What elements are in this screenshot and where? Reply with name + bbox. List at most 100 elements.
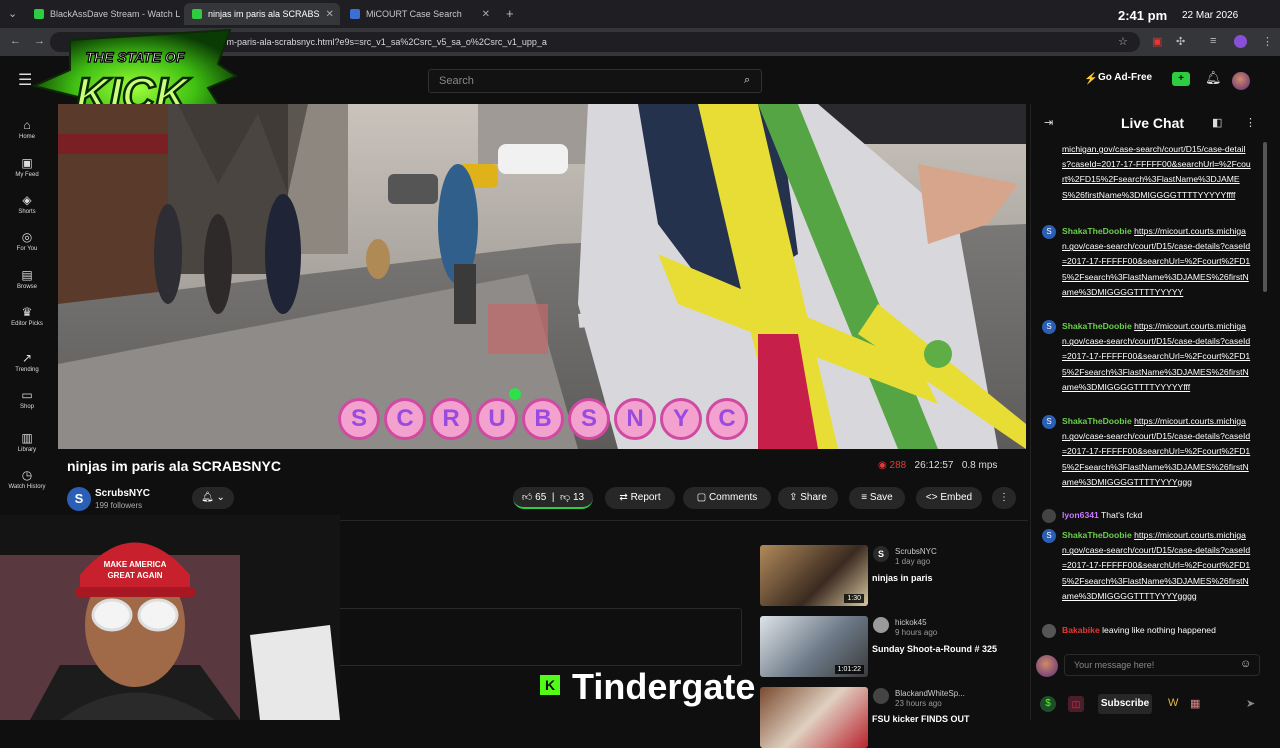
share-icon: ⇪ — [789, 492, 798, 503]
channel-followers: 199 followers — [95, 501, 143, 510]
chat-username[interactable]: ShakaTheDoobie — [1062, 530, 1132, 540]
tab-search-icon[interactable]: ⌄ — [8, 7, 17, 20]
rec-thumbnail[interactable]: 1:01:22 — [760, 616, 868, 677]
embed-button[interactable]: <> Embed — [916, 487, 982, 509]
tab-blackassdave[interactable]: BlackAssDave Stream - Watch L ✕ — [26, 3, 182, 25]
overlay-letter-heart: U — [476, 398, 518, 440]
nav-item[interactable]: ▭ Shop — [0, 388, 54, 410]
nav-item[interactable]: ◷ Watch History — [0, 468, 54, 490]
feed-icon: ▣ — [21, 156, 33, 170]
rec-thumbnail[interactable]: 1:30 — [760, 545, 868, 606]
chat-mode-icon[interactable]: ◧ — [1212, 116, 1222, 129]
channel-avatar[interactable]: S — [67, 487, 91, 511]
collapse-chat-icon[interactable]: ⇥ — [1044, 116, 1053, 129]
search-icon[interactable]: ⌕ — [744, 74, 750, 87]
go-ad-free-button[interactable]: Go Ad-Free — [1098, 72, 1152, 83]
report-button[interactable]: ⇄ Report — [605, 487, 675, 509]
chat-scrollbar[interactable] — [1262, 142, 1268, 642]
chat-username[interactable]: Bakabike — [1062, 625, 1100, 635]
like-button[interactable]: 👍︎ 65 — [522, 492, 546, 503]
nav-item[interactable]: ◎ For You — [0, 230, 54, 252]
rec-channel-avatar[interactable]: S — [873, 546, 889, 562]
video-bitrate: 0.8 mps — [961, 460, 998, 471]
embed-icon: <> — [925, 492, 938, 503]
overlay-letter-heart: S — [338, 398, 380, 440]
more-options-button[interactable]: ⋮ — [992, 487, 1016, 509]
chat-text: That's fckd — [1101, 510, 1143, 520]
video-player[interactable]: SCRUBSNYC — [58, 104, 1026, 449]
new-tab-icon[interactable]: + — [506, 6, 514, 21]
nav-item-label: My Feed — [15, 172, 39, 178]
rec-channel[interactable]: ScrubsNYC — [895, 547, 937, 556]
browser-menu-icon[interactable]: ⋮ — [1262, 35, 1273, 48]
sticker-icon[interactable]: ▦ — [1190, 697, 1200, 710]
trending-icon: ↗ — [21, 351, 33, 365]
comments-button[interactable]: ▢ Comments — [683, 487, 771, 509]
tab-micourt[interactable]: MiCOURT Case Search ✕ — [342, 3, 498, 25]
chevron-down-icon: ⌄ — [216, 492, 225, 503]
tab-ninjas[interactable]: ninjas im paris ala SCRABS ✕ — [184, 3, 340, 25]
notification-toggle-button[interactable]: 🔔︎ ⌄ — [192, 487, 234, 509]
notification-bell-icon[interactable]: 🔔︎ — [1205, 70, 1222, 86]
share-button[interactable]: ⇪ Share — [778, 487, 838, 509]
comments-label: Comments — [708, 492, 758, 503]
nav-item[interactable]: ▥ Library — [0, 431, 54, 453]
close-tab-icon[interactable]: ✕ — [476, 9, 490, 20]
chat-message: ShakaTheDoobie https://micourt.courts.mi… — [1062, 528, 1252, 604]
badge-icon[interactable]: W — [1168, 697, 1178, 709]
dislike-button[interactable]: 👎︎ 13 — [560, 492, 584, 503]
save-button[interactable]: ≡ Save — [849, 487, 905, 509]
shorts-icon: ◈ — [22, 193, 32, 207]
user-avatar[interactable] — [1232, 72, 1250, 90]
nav-item-label: Shop — [19, 404, 34, 410]
nav-item[interactable]: ▣ My Feed — [0, 156, 54, 178]
nav-item[interactable]: ◈ Shorts — [0, 193, 54, 215]
channel-name[interactable]: ScrubsNYC — [95, 488, 150, 499]
chat-link[interactable]: https://micourt.courts.michigan.gov/case… — [1062, 416, 1250, 487]
rec-channel-avatar[interactable] — [873, 617, 889, 633]
extensions-puzzle-icon[interactable]: ✣ — [1176, 35, 1185, 48]
chat-more-icon[interactable]: ⋮ — [1245, 116, 1256, 129]
bell-icon: 🔔︎ — [201, 492, 214, 503]
nav-item[interactable]: ▤ Browse — [0, 268, 54, 290]
search-input[interactable]: Search — [428, 69, 762, 93]
emoji-icon[interactable]: ☺ — [1240, 658, 1251, 670]
rec-title[interactable]: ninjas in paris — [872, 573, 1022, 584]
close-tab-icon[interactable]: ✕ — [180, 9, 182, 20]
bookmark-star-icon[interactable]: ☆ — [1118, 35, 1128, 48]
tip-icon[interactable]: $ — [1040, 696, 1056, 712]
svg-text:MAKE AMERICA: MAKE AMERICA — [104, 560, 167, 569]
chat-link[interactable]: https://micourt.courts.michigan.gov/case… — [1062, 226, 1250, 297]
nav-item[interactable]: ↗ Trending — [0, 351, 54, 373]
gift-icon[interactable]: ◫ — [1068, 696, 1084, 712]
chat-link[interactable]: https://micourt.courts.michigan.gov/case… — [1062, 530, 1250, 601]
chat-username[interactable]: ShakaTheDoobie — [1062, 226, 1132, 236]
rec-channel[interactable]: hickok45 — [895, 618, 927, 627]
share-label: Share — [800, 492, 827, 503]
extension-icon[interactable]: ▣ — [1152, 35, 1162, 48]
profile-avatar[interactable] — [1234, 35, 1247, 48]
nav-item[interactable]: ♛ Editor Picks — [0, 305, 54, 327]
upload-icon[interactable]: + — [1172, 72, 1190, 86]
svg-text:THE STATE OF: THE STATE OF — [85, 49, 184, 65]
like-dislike-group: 👍︎ 65 | 👎︎ 13 — [513, 487, 593, 509]
rec-thumbnail[interactable] — [760, 687, 868, 748]
chat-username[interactable]: ShakaTheDoobie — [1062, 321, 1132, 331]
rec-channel[interactable]: BlackandWhiteSp... — [895, 689, 965, 698]
send-icon[interactable]: ➤ — [1246, 697, 1255, 710]
subscribe-button[interactable]: Subscribe — [1098, 694, 1152, 714]
chat-username[interactable]: ShakaTheDoobie — [1062, 416, 1132, 426]
chat-link[interactable]: michigan.gov/case-search/court/D15/case-… — [1062, 144, 1251, 200]
rec-title[interactable]: Sunday Shoot-a-Round # 325 — [872, 644, 1022, 655]
like-count: 65 — [535, 492, 547, 503]
media-control-icon[interactable]: ≡ — [1210, 35, 1216, 47]
chat-text: leaving like nothing happened — [1102, 625, 1216, 635]
chat-input[interactable]: Your message here! — [1064, 654, 1260, 676]
rec-channel-avatar[interactable] — [873, 688, 889, 704]
close-tab-icon[interactable]: ✕ — [320, 9, 334, 20]
chat-link[interactable]: https://micourt.courts.michigan.gov/case… — [1062, 321, 1250, 392]
chat-username[interactable]: lyon6341 — [1062, 510, 1099, 520]
nav-item-label: Trending — [15, 367, 39, 373]
back-icon[interactable]: ← — [10, 35, 21, 47]
for-you-icon: ◎ — [21, 230, 33, 244]
